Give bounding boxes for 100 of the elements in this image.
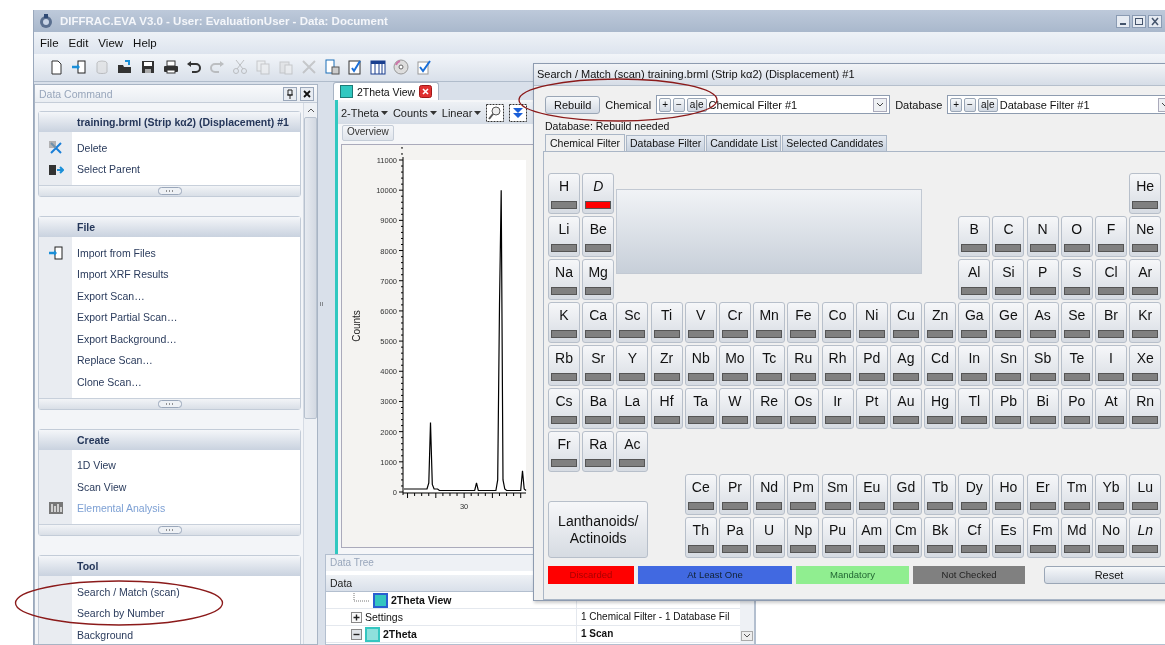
document-tab[interactable]: 2Theta View: [333, 82, 440, 100]
element-button[interactable]: No: [1095, 517, 1127, 558]
command-link[interactable]: Select Parent: [72, 163, 141, 176]
menu-item[interactable]: View: [98, 37, 124, 49]
element-button[interactable]: Mo: [718, 345, 751, 386]
element-button[interactable]: Ln: [1129, 517, 1162, 558]
element-button[interactable]: Se: [1060, 302, 1093, 343]
command-link[interactable]: Clone Scan…: [72, 375, 142, 388]
element-button[interactable]: Tm: [1060, 474, 1093, 515]
element-button[interactable]: Dy: [958, 474, 991, 515]
section-header[interactable]: File: [39, 217, 300, 237]
tab[interactable]: Database Filter: [626, 135, 706, 151]
element-button[interactable]: Bk: [924, 517, 957, 558]
element-button[interactable]: Am: [855, 517, 888, 558]
element-button[interactable]: Tb: [924, 474, 957, 515]
element-button[interactable]: Pt: [855, 388, 888, 429]
section-header[interactable]: Tool: [39, 556, 300, 576]
menu-item[interactable]: File: [40, 37, 59, 49]
reset-button[interactable]: Reset: [1044, 566, 1165, 584]
element-button[interactable]: Os: [787, 388, 820, 429]
element-button[interactable]: D: [582, 173, 615, 214]
element-button[interactable]: At: [1095, 388, 1127, 429]
element-button[interactable]: Cl: [1095, 259, 1127, 300]
element-button[interactable]: Hg: [924, 388, 957, 429]
element-button[interactable]: Rh: [821, 345, 854, 386]
element-button[interactable]: Mn: [753, 302, 786, 343]
element-button[interactable]: Ga: [958, 302, 991, 343]
tree-item[interactable]: 2Theta View: [391, 594, 452, 606]
element-button[interactable]: In: [958, 345, 991, 386]
element-button[interactable]: Ca: [582, 302, 615, 343]
element-button[interactable]: I: [1095, 345, 1127, 386]
element-button[interactable]: B: [958, 216, 991, 257]
element-button[interactable]: Fm: [1026, 517, 1059, 558]
tab[interactable]: Chemical Filter: [545, 134, 625, 151]
command-link[interactable]: Search / Match (scan): [72, 585, 180, 598]
element-button[interactable]: Md: [1060, 517, 1093, 558]
element-button[interactable]: P: [1026, 259, 1059, 300]
command-link[interactable]: Export Partial Scan…: [72, 311, 178, 324]
command-link[interactable]: Import XRF Results: [72, 268, 169, 281]
filter-dropdown[interactable]: + − a|e Database Filter #1: [947, 95, 1165, 114]
filter-tool-button[interactable]: +: [659, 97, 671, 112]
command-link[interactable]: Import from Files: [72, 246, 156, 259]
element-button[interactable]: Es: [992, 517, 1025, 558]
element-button[interactable]: Li: [548, 216, 580, 257]
command-link[interactable]: Search by Number: [72, 607, 165, 620]
series-button[interactable]: Lanthanoids/ Actinoids: [548, 501, 649, 558]
menu-item[interactable]: Edit: [68, 37, 89, 49]
element-button[interactable]: Ta: [684, 388, 717, 429]
element-button[interactable]: Zn: [924, 302, 957, 343]
section-header[interactable]: training.brml (Strip kα2) (Displacement) #1: [39, 112, 300, 132]
element-button[interactable]: Rn: [1129, 388, 1162, 429]
element-button[interactable]: Ni: [855, 302, 888, 343]
element-button[interactable]: Ir: [821, 388, 854, 429]
element-button[interactable]: K: [548, 302, 580, 343]
element-button[interactable]: Cm: [889, 517, 922, 558]
element-button[interactable]: Ge: [992, 302, 1025, 343]
element-button[interactable]: Kr: [1129, 302, 1162, 343]
filter-tool-button[interactable]: a|e: [977, 97, 998, 112]
dropdown-button[interactable]: 2-Theta: [341, 107, 388, 119]
rebuild-button[interactable]: Rebuild: [545, 95, 601, 114]
element-button[interactable]: C: [992, 216, 1025, 257]
filter-tool-button[interactable]: −: [673, 97, 685, 112]
element-button[interactable]: Ce: [684, 474, 717, 515]
element-button[interactable]: F: [1095, 216, 1127, 257]
element-button[interactable]: Pd: [855, 345, 888, 386]
element-button[interactable]: Ti: [650, 302, 683, 343]
filter-tool-button[interactable]: a|e: [686, 97, 707, 112]
element-button[interactable]: Br: [1095, 302, 1127, 343]
element-button[interactable]: Xe: [1129, 345, 1162, 386]
element-button[interactable]: Au: [889, 388, 922, 429]
element-button[interactable]: Ra: [582, 431, 615, 472]
element-button[interactable]: Sr: [582, 345, 615, 386]
element-button[interactable]: Eu: [855, 474, 888, 515]
element-button[interactable]: Co: [821, 302, 854, 343]
filter-tool-button[interactable]: −: [964, 97, 976, 112]
element-button[interactable]: Cf: [958, 517, 991, 558]
command-link[interactable]: Export Scan…: [72, 289, 145, 302]
element-button[interactable]: Sb: [1026, 345, 1059, 386]
command-link[interactable]: Delete: [72, 141, 108, 154]
element-button[interactable]: U: [753, 517, 786, 558]
command-link[interactable]: 1D View: [72, 459, 116, 472]
element-button[interactable]: Hf: [650, 388, 683, 429]
element-button[interactable]: Y: [616, 345, 649, 386]
element-button[interactable]: La: [616, 388, 649, 429]
element-button[interactable]: Ag: [889, 345, 922, 386]
element-button[interactable]: Cr: [718, 302, 751, 343]
element-button[interactable]: Tc: [753, 345, 786, 386]
dropdown-button[interactable]: Linear: [441, 107, 482, 119]
element-button[interactable]: Yb: [1095, 474, 1127, 515]
element-button[interactable]: H: [548, 173, 580, 214]
element-button[interactable]: Pa: [718, 517, 751, 558]
command-link[interactable]: Export Background…: [72, 332, 177, 345]
element-button[interactable]: He: [1129, 173, 1162, 214]
section-header[interactable]: Create: [39, 429, 300, 450]
menu-item[interactable]: Help: [133, 37, 157, 49]
element-button[interactable]: Pu: [821, 517, 854, 558]
element-button[interactable]: Np: [787, 517, 820, 558]
element-button[interactable]: Al: [958, 259, 991, 300]
tab[interactable]: Selected Candidates: [782, 135, 888, 151]
element-button[interactable]: V: [684, 302, 717, 343]
